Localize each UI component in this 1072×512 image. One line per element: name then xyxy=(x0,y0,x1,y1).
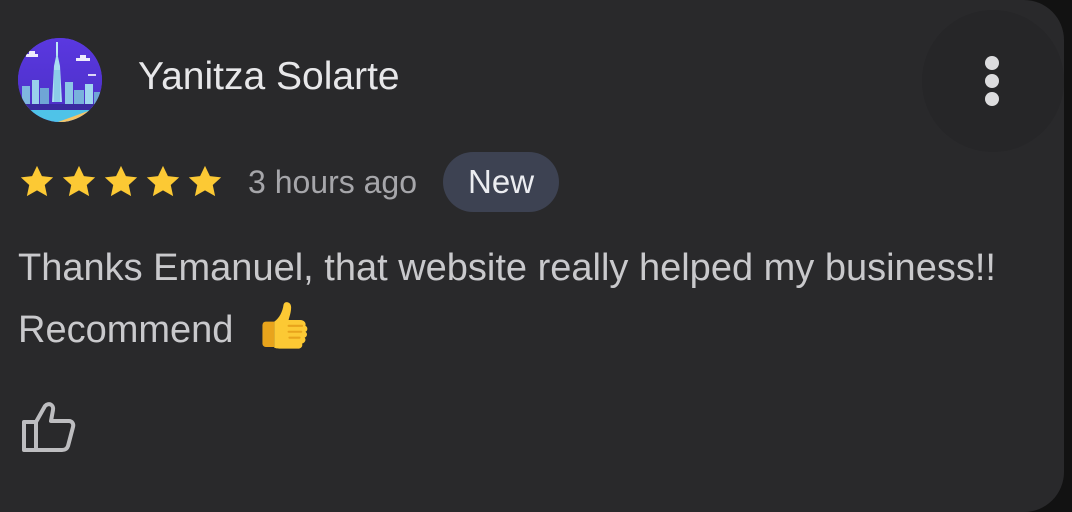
rating-row: 3 hours ago New xyxy=(18,152,560,212)
star-icon xyxy=(20,165,54,197)
star-icon xyxy=(146,165,180,197)
thumbs-up-emoji-icon xyxy=(262,302,308,349)
new-badge: New xyxy=(443,152,560,212)
star-rating xyxy=(18,163,224,201)
thumb-up-outline-icon xyxy=(22,402,76,452)
more-options-button[interactable] xyxy=(922,10,1064,152)
city-skyline-avatar-icon xyxy=(18,38,102,122)
star-icon xyxy=(104,165,138,197)
star-icon xyxy=(62,165,96,197)
star-icon xyxy=(188,165,222,197)
review-card: Yanitza Solarte 3 hours ago New Thanks E… xyxy=(0,0,1064,512)
review-text: Thanks Emanuel, that website really help… xyxy=(18,247,996,351)
like-button[interactable] xyxy=(18,396,80,458)
review-time: 3 hours ago xyxy=(248,163,418,200)
review-body: Thanks Emanuel, that website really help… xyxy=(18,238,1018,360)
author-avatar[interactable] xyxy=(18,38,102,122)
author-name[interactable]: Yanitza Solarte xyxy=(138,55,400,99)
